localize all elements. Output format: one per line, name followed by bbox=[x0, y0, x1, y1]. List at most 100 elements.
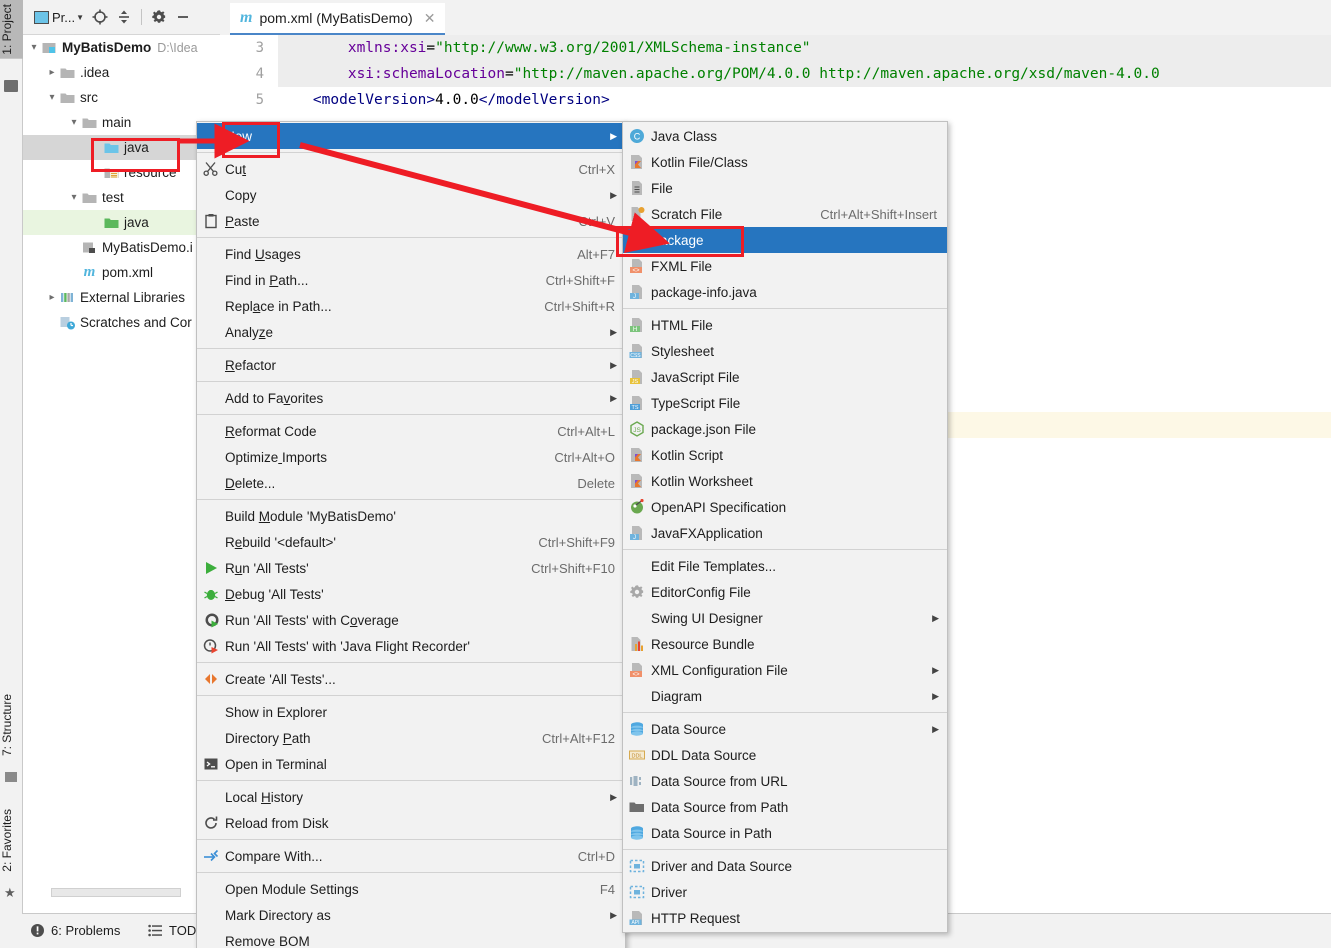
menu-item-label: Diagram bbox=[651, 688, 703, 704]
tree-row-external-libraries[interactable]: ▸ External Libraries bbox=[23, 285, 220, 310]
close-icon[interactable]: ✕ bbox=[424, 10, 436, 27]
chevron-down-icon[interactable]: ▾ bbox=[45, 92, 59, 103]
menu-item-delete[interactable]: Delete... Delete bbox=[197, 470, 625, 496]
menu-item-mark-directory-as[interactable]: Mark Directory as ▶ bbox=[197, 902, 625, 928]
menu-item-label: Find Usages bbox=[225, 246, 301, 262]
tree-row-pom-xml[interactable]: m pom.xml bbox=[23, 260, 220, 285]
menu-item-add-to-favorites[interactable]: Add to Favorites ▶ bbox=[197, 385, 625, 411]
menu-item-cut[interactable]: Cut Ctrl+X bbox=[197, 156, 625, 182]
svg-text:C: C bbox=[634, 132, 641, 142]
menu-item-xml-configuration-file[interactable]: <> XML Configuration File ▶ bbox=[623, 657, 947, 683]
menu-item-optimize-imports[interactable]: Optimize Imports Ctrl+Alt+O bbox=[197, 444, 625, 470]
menu-item-reformat-code[interactable]: Reformat Code Ctrl+Alt+L bbox=[197, 418, 625, 444]
menu-item-javafxapplication[interactable]: J JavaFXApplication bbox=[623, 520, 947, 546]
menu-item-reload-from-disk[interactable]: Reload from Disk bbox=[197, 810, 625, 836]
menu-item-package-json-file[interactable]: JS package.json File bbox=[623, 416, 947, 442]
menu-item-fxml-file[interactable]: <> FXML File bbox=[623, 253, 947, 279]
chevron-right-icon[interactable]: ▸ bbox=[45, 67, 59, 78]
menu-item-remove-bom[interactable]: Remove BOM bbox=[197, 928, 625, 948]
collapse-all-button[interactable] bbox=[113, 5, 135, 29]
menu-item-diagram[interactable]: Diagram ▶ bbox=[623, 683, 947, 709]
problems-icon bbox=[30, 923, 45, 938]
menu-item-java-class[interactable]: C Java Class bbox=[623, 123, 947, 149]
menu-item-paste[interactable]: Paste Ctrl+V bbox=[197, 208, 625, 234]
menu-item-driver[interactable]: Driver bbox=[623, 879, 947, 905]
tool-window-tab-structure[interactable]: 7: Structure bbox=[0, 690, 23, 760]
tree-row-scratches[interactable]: Scratches and Cor bbox=[23, 310, 220, 335]
tree-row-mybatisdemo[interactable]: ▾ MyBatisDemo D:\Idea bbox=[23, 35, 220, 60]
menu-item-compare-with[interactable]: Compare With... Ctrl+D bbox=[197, 843, 625, 869]
menu-item-package[interactable]: Package bbox=[623, 227, 947, 253]
menu-item-new[interactable]: New ▶ bbox=[197, 123, 625, 149]
menu-item-run-all-tests-with-coverage[interactable]: Run 'All Tests' with Coverage bbox=[197, 607, 625, 633]
tree-row-test[interactable]: ▾ test bbox=[23, 185, 220, 210]
menu-item-directory-path[interactable]: Directory Path Ctrl+Alt+F12 bbox=[197, 725, 625, 751]
menu-item-local-history[interactable]: Local History ▶ bbox=[197, 784, 625, 810]
menu-item-html-file[interactable]: H HTML File bbox=[623, 312, 947, 338]
menu-item-file[interactable]: File bbox=[623, 175, 947, 201]
new-submenu[interactable]: C Java Class Kotlin File/Class File Scratch … bbox=[622, 121, 948, 933]
tree-row-resources[interactable]: resource bbox=[23, 160, 220, 185]
menu-item-kotlin-file-class[interactable]: Kotlin File/Class bbox=[623, 149, 947, 175]
menu-item-label: Remove BOM bbox=[225, 933, 310, 948]
menu-item-edit-file-templates[interactable]: Edit File Templates... bbox=[623, 553, 947, 579]
tree-row-main[interactable]: ▾ main bbox=[23, 110, 220, 135]
tree-row-test-java[interactable]: java bbox=[23, 210, 220, 235]
menu-item-scratch-file[interactable]: Scratch File Ctrl+Alt+Shift+Insert bbox=[623, 201, 947, 227]
status-todo[interactable]: TOD bbox=[148, 923, 196, 938]
tool-window-tab-favorites[interactable]: 2: Favorites bbox=[0, 805, 23, 876]
status-problems[interactable]: 6: Problems bbox=[30, 923, 120, 938]
menu-item-data-source[interactable]: Data Source ▶ bbox=[623, 716, 947, 742]
menu-item-data-source-from-url[interactable]: Data Source from URL bbox=[623, 768, 947, 794]
menu-item-build-module-mybatisdemo[interactable]: Build Module 'MyBatisDemo' bbox=[197, 503, 625, 529]
menu-item-replace-in-path[interactable]: Replace in Path... Ctrl+Shift+R bbox=[197, 293, 625, 319]
menu-item-debug-all-tests[interactable]: Debug 'All Tests' bbox=[197, 581, 625, 607]
menu-item-find-in-path[interactable]: Find in Path... Ctrl+Shift+F bbox=[197, 267, 625, 293]
left-tool-window-bar: 1: Project 7: Structure 2: Favorites ★ bbox=[0, 0, 23, 948]
tree-row-main-java[interactable]: java bbox=[23, 135, 220, 160]
menu-item-kotlin-script[interactable]: Kotlin Script bbox=[623, 442, 947, 468]
menu-item-javascript-file[interactable]: JS JavaScript File bbox=[623, 364, 947, 390]
menu-item-openapi-specification[interactable]: OpenAPI Specification bbox=[623, 494, 947, 520]
menu-item-http-request[interactable]: API HTTP Request bbox=[623, 905, 947, 931]
menu-item-resource-bundle[interactable]: Resource Bundle bbox=[623, 631, 947, 657]
menu-item-copy[interactable]: Copy ▶ bbox=[197, 182, 625, 208]
tree-row-iml-file[interactable]: MyBatisDemo.i bbox=[23, 235, 220, 260]
menu-item-run-all-tests[interactable]: Run 'All Tests' Ctrl+Shift+F10 bbox=[197, 555, 625, 581]
menu-item-rebuild-default[interactable]: Rebuild '<default>' Ctrl+Shift+F9 bbox=[197, 529, 625, 555]
project-horizontal-scrollbar[interactable] bbox=[51, 888, 181, 897]
menu-item-open-module-settings[interactable]: Open Module Settings F4 bbox=[197, 876, 625, 902]
menu-item-stylesheet[interactable]: CSS Stylesheet bbox=[623, 338, 947, 364]
locate-target-button[interactable] bbox=[89, 5, 111, 29]
settings-button[interactable] bbox=[148, 5, 170, 29]
project-tree[interactable]: ▾ MyBatisDemo D:\Idea ▸ .idea ▾ src ▾ ma… bbox=[23, 35, 220, 897]
menu-item-editorconfig-file[interactable]: EditorConfig File bbox=[623, 579, 947, 605]
project-view-dropdown[interactable]: Pr... ▼ bbox=[31, 5, 87, 29]
menu-item-analyze[interactable]: Analyze ▶ bbox=[197, 319, 625, 345]
menu-item-run-all-tests-with-java-flight-recorder[interactable]: Run 'All Tests' with 'Java Flight Record… bbox=[197, 633, 625, 659]
menu-item-open-in-terminal[interactable]: Open in Terminal bbox=[197, 751, 625, 777]
chevron-down-icon[interactable]: ▾ bbox=[67, 117, 81, 128]
editor-tab-pom-xml[interactable]: m pom.xml (MyBatisDemo) ✕ bbox=[230, 3, 446, 35]
menu-item-find-usages[interactable]: Find Usages Alt+F7 bbox=[197, 241, 625, 267]
menu-item-show-in-explorer[interactable]: Show in Explorer bbox=[197, 699, 625, 725]
menu-item-typescript-file[interactable]: TS TypeScript File bbox=[623, 390, 947, 416]
menu-item-data-source-from-path[interactable]: Data Source from Path bbox=[623, 794, 947, 820]
context-menu[interactable]: New ▶ Cut Ctrl+X Copy ▶ Paste Ctrl+V Find Usages… bbox=[196, 121, 626, 948]
hide-panel-button[interactable] bbox=[172, 5, 194, 29]
menu-item-create-all-tests[interactable]: Create 'All Tests'... bbox=[197, 666, 625, 692]
menu-item-driver-and-data-source[interactable]: Driver and Data Source bbox=[623, 853, 947, 879]
tree-row-idea[interactable]: ▸ .idea bbox=[23, 60, 220, 85]
menu-item-swing-ui-designer[interactable]: Swing UI Designer ▶ bbox=[623, 605, 947, 631]
menu-item-data-source-in-path[interactable]: Data Source in Path bbox=[623, 820, 947, 846]
menu-item-ddl-data-source[interactable]: DDL DDL Data Source bbox=[623, 742, 947, 768]
menu-item-package-info-java[interactable]: Jpackage-info.java bbox=[623, 279, 947, 305]
tool-window-tab-project[interactable]: 1: Project bbox=[0, 0, 23, 59]
tree-row-src[interactable]: ▾ src bbox=[23, 85, 220, 110]
menu-separator bbox=[197, 662, 625, 663]
chevron-right-icon[interactable]: ▸ bbox=[45, 292, 59, 303]
menu-item-kotlin-worksheet[interactable]: Kotlin Worksheet bbox=[623, 468, 947, 494]
menu-item-refactor[interactable]: Refactor ▶ bbox=[197, 352, 625, 378]
chevron-down-icon[interactable]: ▾ bbox=[67, 192, 81, 203]
chevron-down-icon[interactable]: ▾ bbox=[27, 42, 41, 53]
